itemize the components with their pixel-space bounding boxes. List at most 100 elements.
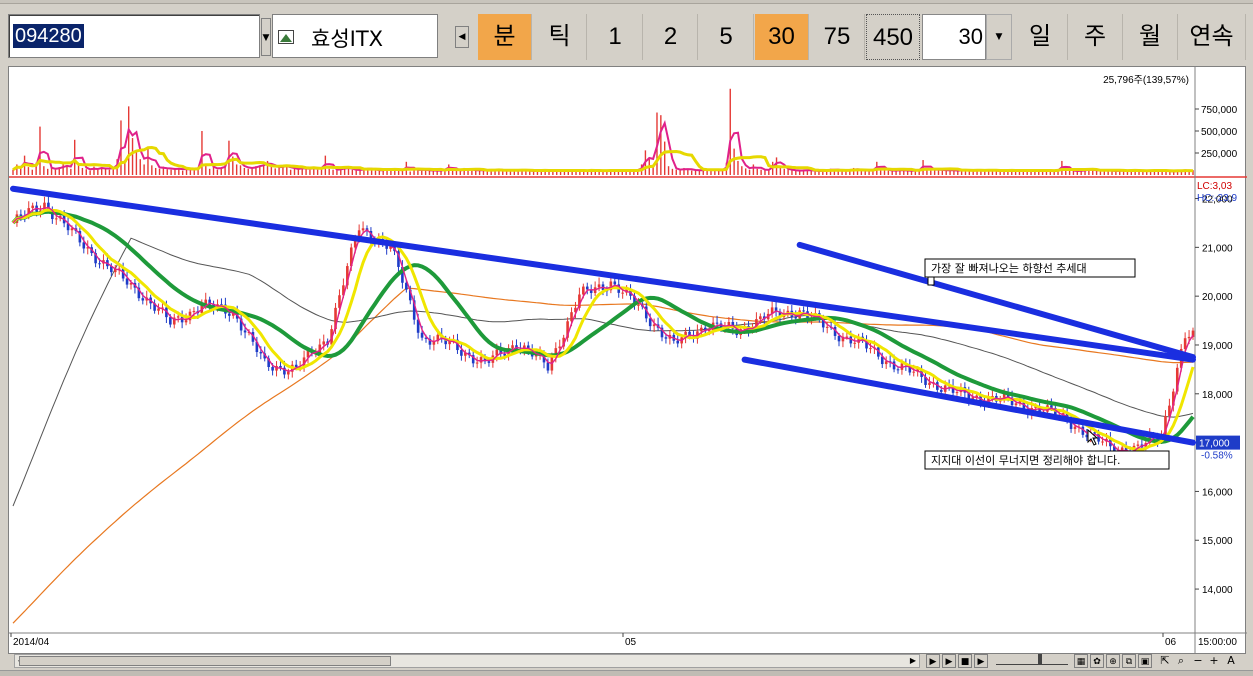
stock-chart-icon [278, 30, 294, 44]
candle-body [955, 392, 959, 394]
bottom-bar: ◀ ▶ ▶ ▶ ■ ▶ ▦ ✿ ⊕ ⧉ ▣ ⇱ ⌕ − + A [0, 654, 1253, 676]
candle-body [184, 320, 188, 323]
chevron-down-icon[interactable]: ▼ [986, 14, 1012, 60]
stock-code-input[interactable]: 094280 [8, 14, 260, 58]
zoom-in-icon[interactable]: + [1208, 654, 1220, 668]
candle-body [1136, 444, 1140, 446]
annotation-pin-icon [927, 276, 935, 286]
chart-area[interactable]: 25,796주(139,57%) 750,000 500,000 250,000 22,… [8, 66, 1247, 655]
x-tick-label: 05 [625, 637, 637, 648]
table-icon[interactable]: ▦ [1074, 654, 1088, 668]
candle-body [511, 345, 514, 349]
candle-body [228, 313, 231, 316]
last-price-label: 17,000 [1199, 439, 1230, 450]
volume-ma-long-line [12, 145, 1194, 173]
chart-canvas[interactable]: 25,796주(139,57%)750,000500,000250,00022,… [9, 67, 1247, 655]
price-ytick-label: 16,000 [1202, 487, 1233, 498]
volume-ytick-label: 500,000 [1201, 127, 1238, 138]
candle-body [585, 286, 589, 290]
candle-body [939, 389, 943, 392]
save-icon[interactable]: ▣ [1138, 654, 1152, 668]
timeframe-button-0[interactable]: 분 [478, 14, 532, 60]
chart-window: 094280 ▼ 효성ITX ◀ 분 틱 1 2 5 30 75 450 30 ▼ 일 주 월 연속… [0, 0, 1253, 676]
period-button-2[interactable]: 월 [1123, 14, 1178, 60]
price-ytick-label: 15,000 [1202, 536, 1233, 547]
period-button-3[interactable]: 연속 [1178, 14, 1246, 60]
volume-ma-short-line [12, 119, 1193, 173]
period-count-input[interactable]: 30 [922, 14, 986, 60]
timeframe-button-7[interactable]: 450 [866, 14, 920, 60]
candle-body [652, 324, 656, 327]
horizontal-scrollbar[interactable]: ◀ ▶ [14, 654, 920, 668]
change-label: -0.58% [1201, 451, 1233, 462]
stop-icon[interactable]: ■ [958, 654, 972, 668]
period-button-1[interactable]: 주 [1068, 14, 1123, 60]
candle-body [243, 330, 247, 333]
period-button-0[interactable]: 일 [1013, 14, 1068, 60]
candle-body [597, 284, 601, 288]
candle-body [460, 350, 463, 356]
candle-body [287, 371, 290, 375]
timeframe-button-1[interactable]: 틱 [533, 14, 587, 60]
gear-icon[interactable]: ✿ [1090, 654, 1104, 668]
first-icon[interactable]: ▶ [926, 654, 940, 668]
annotation-text: 가장 잘 빠져나오는 하향선 추세대 [931, 261, 1087, 275]
candle-body [475, 362, 479, 364]
candle-body [169, 317, 172, 325]
candle-body [912, 371, 916, 373]
compare-icon[interactable]: ⊕ [1106, 654, 1120, 668]
scrollbar-thumb[interactable] [19, 656, 391, 666]
candle-body [322, 341, 326, 345]
candle-body [845, 336, 849, 338]
candle-body [271, 367, 274, 371]
copy-icon[interactable]: ⧉ [1122, 654, 1136, 668]
play-icon[interactable]: ▶ [942, 654, 956, 668]
candle-body [582, 286, 585, 295]
candle-body [141, 298, 145, 301]
candle-body [259, 352, 263, 354]
candle-body [420, 332, 424, 338]
lc-label: LC:3,03 [1197, 181, 1232, 192]
scroll-left-icon[interactable]: ◀ [455, 26, 469, 48]
font-size-icon[interactable]: A [1224, 654, 1238, 668]
price-ytick-label: 14,000 [1202, 585, 1233, 596]
timeframe-button-5[interactable]: 30 [755, 14, 809, 60]
candle-body [802, 310, 805, 312]
candle-body [157, 308, 160, 311]
x-time-label: 15:00:00 [1198, 637, 1237, 648]
candle-body [869, 348, 872, 350]
candle-body [546, 362, 550, 371]
candle-body [176, 316, 180, 318]
timeframe-button-4[interactable]: 5 [699, 14, 754, 60]
candle-body [928, 382, 931, 385]
candle-body [896, 369, 900, 371]
timeframe-button-2[interactable]: 1 [588, 14, 643, 60]
price-ytick-label: 21,000 [1202, 243, 1233, 254]
candle-body [487, 361, 491, 363]
candle-body [82, 242, 86, 249]
candle-body [700, 327, 703, 332]
magnifier-icon[interactable]: ⌕ [1174, 654, 1188, 668]
timeframe-button-6[interactable]: 75 [810, 14, 865, 60]
volume-ytick-label: 750,000 [1201, 105, 1238, 116]
fast-forward-icon[interactable]: ▶ [974, 654, 988, 668]
candle-body [759, 316, 762, 320]
candle-body [613, 281, 617, 285]
zoom-out-icon[interactable]: − [1192, 654, 1204, 668]
status-strip [0, 670, 1253, 676]
x-tick-label: 06 [1165, 637, 1177, 648]
scroll-right-icon[interactable]: ▶ [907, 655, 919, 667]
crosshair-icon[interactable]: ⇱ [1158, 654, 1172, 668]
candle-body [853, 342, 857, 344]
stock-name-text: 효성ITX [311, 27, 384, 51]
candle-body [825, 326, 829, 328]
stock-code-text[interactable]: 094280 [13, 24, 84, 48]
zoom-slider[interactable] [996, 654, 1068, 665]
stock-name-box[interactable]: 효성ITX [272, 14, 438, 58]
candle-body [98, 263, 101, 265]
candle-body [664, 337, 668, 339]
candle-body [31, 205, 34, 209]
timeframe-button-3[interactable]: 2 [644, 14, 698, 60]
chevron-down-icon[interactable]: ▼ [261, 18, 271, 56]
candle-body [715, 322, 719, 324]
